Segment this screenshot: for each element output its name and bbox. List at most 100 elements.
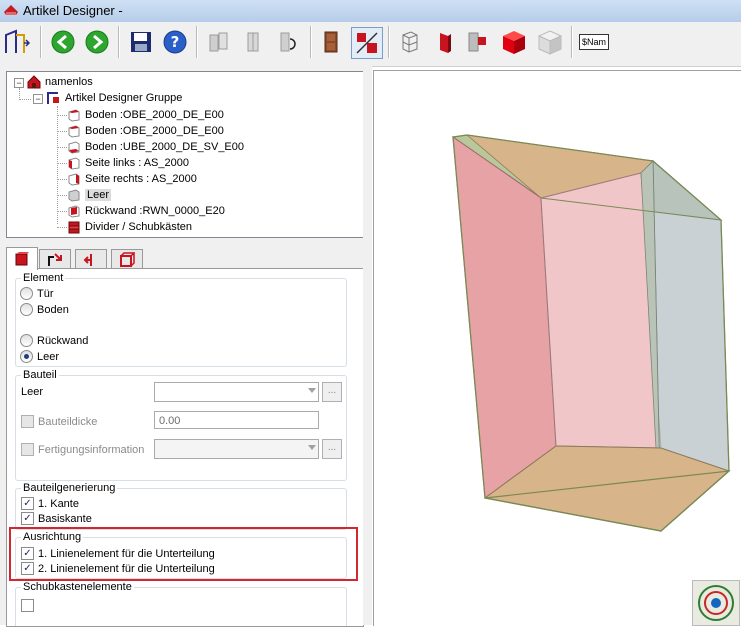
- panel-copy-button[interactable]: [204, 27, 234, 57]
- highlight-frame: [9, 527, 358, 581]
- schubkasten-group: Schubkastenelemente: [15, 581, 347, 626]
- root-collapse-toggle[interactable]: −: [14, 78, 24, 88]
- floor-icon: [68, 141, 80, 154]
- empty-icon: [68, 189, 80, 202]
- panel-split-icon: [247, 32, 259, 52]
- watermark-logo: [692, 580, 740, 626]
- door-button[interactable]: [316, 27, 346, 57]
- position-icon: [83, 254, 92, 266]
- forward-icon: [85, 30, 109, 54]
- basiskante-checkbox[interactable]: ✓ Basiskante: [21, 512, 92, 525]
- bauteil-browse-button[interactable]: ...: [322, 382, 342, 402]
- group-collapse-toggle[interactable]: −: [33, 94, 43, 104]
- element-group-title: Element: [21, 272, 66, 284]
- red-panel-icon: [356, 32, 378, 54]
- tree-group-label: Artikel Designer Gruppe: [65, 92, 183, 104]
- chevron-down-icon: [308, 445, 316, 450]
- tab-cube[interactable]: [111, 249, 143, 270]
- help-icon: ?: [163, 30, 187, 54]
- fertigung-browse-button[interactable]: ...: [322, 439, 342, 459]
- radio-rueckwand[interactable]: Rückwand: [20, 334, 88, 347]
- forward-button[interactable]: [82, 27, 112, 57]
- tree-item[interactable]: Divider / Schubkästen: [67, 219, 192, 235]
- kante-label: 1. Kante: [38, 497, 79, 510]
- logo-icon: [698, 585, 734, 621]
- bauteildicke-checkbox[interactable]: Bauteildicke: [21, 415, 97, 428]
- back-icon: [51, 30, 75, 54]
- checkbox-box: [21, 415, 34, 428]
- drawer-icon: [68, 221, 80, 234]
- back-button[interactable]: [48, 27, 78, 57]
- home-button[interactable]: [2, 27, 32, 57]
- tree-item[interactable]: Seite rechts : AS_2000: [67, 171, 197, 187]
- radio-label: Rückwand: [37, 334, 89, 347]
- help-button[interactable]: ?: [160, 27, 190, 57]
- bauteil-select[interactable]: [154, 382, 319, 402]
- 3d-viewport[interactable]: [373, 70, 741, 626]
- radio-circle: [20, 334, 33, 347]
- bauteildicke-input[interactable]: 0.00: [154, 411, 319, 429]
- basiskante-label: Basiskante: [38, 512, 92, 525]
- red-back-icon: [468, 32, 486, 52]
- red-side-button[interactable]: [430, 27, 460, 57]
- tree-item-label: Divider / Schubkästen: [85, 221, 192, 233]
- kante-checkbox[interactable]: ✓ 1. Kante: [21, 497, 79, 510]
- panel-rotate-icon: [280, 32, 296, 52]
- generierung-group-title: Bauteilgenerierung: [21, 482, 118, 494]
- svg-text:?: ?: [171, 33, 180, 51]
- chevron-down-icon: [308, 388, 316, 393]
- radio-label: Tür: [37, 287, 54, 300]
- schubkasten-checkbox[interactable]: [21, 599, 38, 612]
- back-panel-icon: [68, 205, 80, 218]
- element-group: Element Tür Boden Rückwand Leer: [15, 272, 347, 367]
- cube-outline-icon: [120, 252, 135, 267]
- window-title: Artikel Designer -: [23, 3, 123, 18]
- schubkasten-group-title: Schubkastenelemente: [21, 581, 134, 593]
- wireframe-icon: [402, 31, 418, 53]
- red-cube-icon: [503, 31, 525, 54]
- tree-item[interactable]: Boden :OBE_2000_DE_E00: [67, 123, 224, 139]
- red-panel-button[interactable]: [351, 27, 383, 59]
- grey-cube-button[interactable]: [535, 27, 565, 57]
- radio-tuer[interactable]: Tür: [20, 287, 54, 300]
- tree-item[interactable]: Rückwand :RWN_0000_E20: [67, 203, 225, 219]
- tree-item[interactable]: Boden :OBE_2000_DE_E00: [67, 107, 224, 123]
- wireframe-button[interactable]: [395, 27, 425, 57]
- bauteil-group: Bauteil Leer ... Bauteildicke 0.00 Ferti…: [15, 369, 347, 481]
- tree-item-selected[interactable]: Leer: [67, 187, 112, 203]
- floor-icon: [68, 109, 80, 122]
- tab-arrangement[interactable]: [39, 249, 71, 270]
- tree-item-label: Seite rechts : AS_2000: [85, 173, 197, 185]
- tree-item[interactable]: Seite links : AS_2000: [67, 155, 189, 171]
- left-side-icon: [68, 157, 80, 170]
- group-icon: [47, 92, 59, 104]
- splitter[interactable]: [363, 66, 372, 625]
- fertigung-select[interactable]: [154, 439, 319, 459]
- save-button[interactable]: [126, 27, 156, 57]
- cabinet-model: [451, 134, 731, 533]
- tab-panel: Element Tür Boden Rückwand Leer Bauteil …: [6, 268, 364, 627]
- tree-group[interactable]: Artikel Designer Gruppe: [47, 90, 182, 106]
- radio-leer[interactable]: Leer: [20, 350, 59, 363]
- article-tree: − namenlos − Artikel Designer Gruppe Bod…: [6, 71, 364, 238]
- house-icon: [27, 75, 41, 89]
- fertigung-label: Fertigungsinformation: [38, 443, 145, 456]
- red-cube-button[interactable]: [499, 27, 529, 57]
- radio-circle: [20, 287, 33, 300]
- red-back-button[interactable]: [463, 27, 493, 57]
- name-icon: $Nam: [578, 34, 609, 50]
- app-icon: [4, 5, 18, 15]
- tree-item[interactable]: Boden :UBE_2000_DE_SV_E00: [67, 139, 244, 155]
- name-button[interactable]: $Nam: [577, 27, 611, 57]
- radio-boden[interactable]: Boden: [20, 303, 69, 316]
- save-icon: [131, 32, 151, 52]
- radio-label: Leer: [37, 350, 60, 363]
- panel-rotate-button[interactable]: [272, 27, 302, 57]
- fertigung-checkbox[interactable]: Fertigungsinformation: [21, 443, 144, 456]
- panel-split-button[interactable]: [238, 27, 268, 57]
- home-icon: [5, 29, 31, 53]
- tab-element[interactable]: [6, 247, 38, 270]
- tree-root[interactable]: namenlos: [27, 74, 93, 90]
- tab-position[interactable]: [75, 249, 107, 270]
- name-label: $Nam: [581, 37, 606, 47]
